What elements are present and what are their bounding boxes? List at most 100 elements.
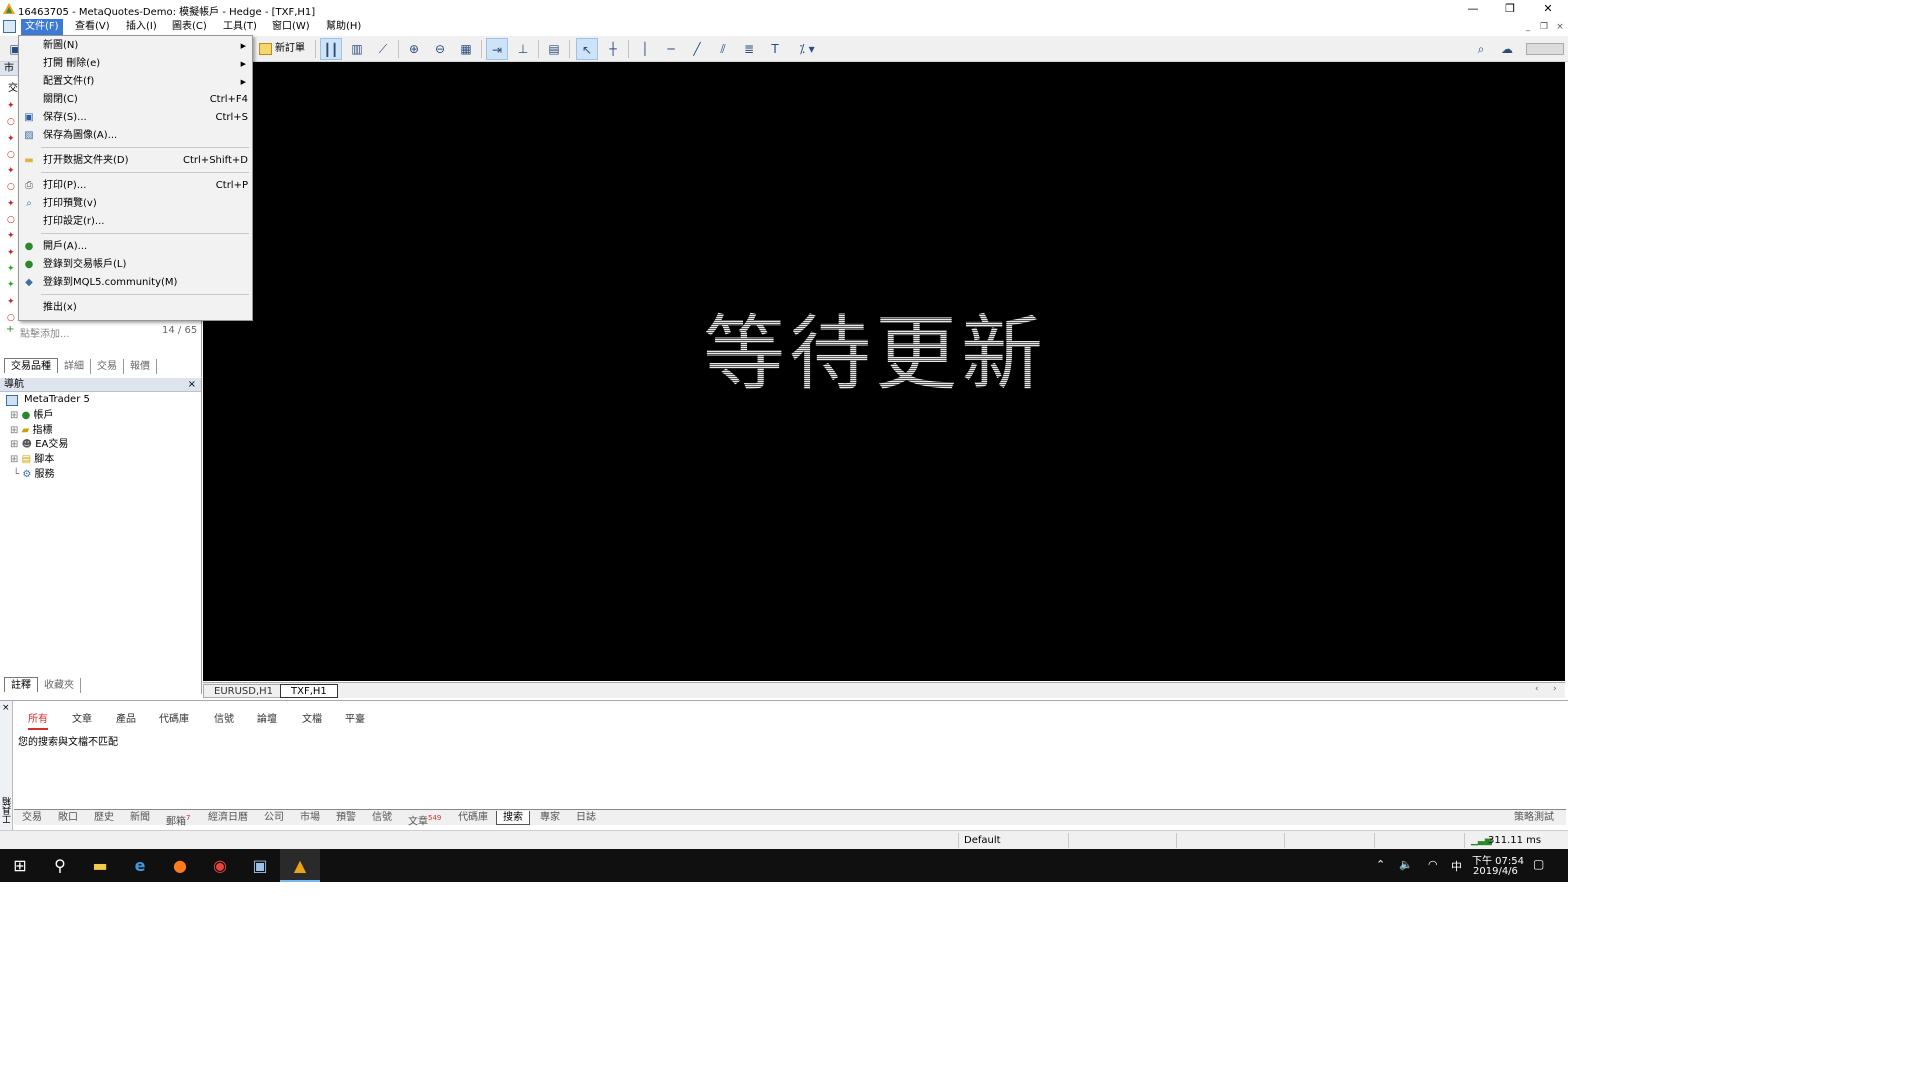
tab-market[interactable]: 市場	[300, 811, 320, 825]
taskbar-time[interactable]: 下午 07:54	[1472, 852, 1524, 867]
search-field[interactable]	[1526, 43, 1564, 55]
toolbox-close-icon[interactable]: ×	[2, 703, 10, 713]
tab-calendar[interactable]: 經濟日曆	[208, 811, 248, 825]
menu-tools[interactable]: 工具(T)	[219, 19, 261, 35]
tile-windows-icon[interactable]: ▦	[455, 38, 477, 60]
restore-button[interactable]: ❐	[1492, 0, 1528, 18]
tray-expand-icon[interactable]: ⌃	[1376, 858, 1385, 871]
tab-common[interactable]: 註釋	[4, 677, 38, 692]
filter-docs[interactable]: 文檔	[302, 710, 322, 725]
fibonacci-icon[interactable]: ≣	[738, 38, 760, 60]
tab-mailbox[interactable]: 郵箱7	[166, 811, 190, 827]
tab-news[interactable]: 新聞	[130, 811, 150, 825]
tab-company[interactable]: 公司	[264, 811, 284, 825]
indicators-icon[interactable]: ▤	[543, 38, 565, 60]
strategy-tester-button[interactable]: 策略測試	[1514, 811, 1554, 825]
navigator-root[interactable]: MetaTrader 5	[24, 394, 90, 405]
filter-codebase[interactable]: 代碼庫	[159, 710, 189, 725]
filter-forum[interactable]: 論壇	[257, 710, 277, 725]
equidistant-channel-icon[interactable]: ⫽	[712, 38, 734, 60]
taskbar-date[interactable]: 2019/4/6	[1473, 866, 1518, 877]
menu-item-exit[interactable]: 推出(x)	[19, 299, 252, 317]
edge-browser-icon[interactable]: e	[120, 849, 160, 882]
chart-tabs-right-icon[interactable]: ›	[1553, 684, 1557, 694]
tab-details[interactable]: 詳細	[58, 359, 91, 374]
tab-experts[interactable]: 專家	[540, 811, 560, 825]
menu-item-profiles[interactable]: 配置文件(f) ▶	[19, 73, 252, 91]
new-order-button[interactable]: 新訂單	[257, 40, 305, 58]
chart-tab-txf[interactable]: TXF,H1	[280, 684, 338, 698]
horizontal-line-icon[interactable]: ─	[660, 38, 682, 60]
candlestick-icon[interactable]: ▥	[346, 38, 368, 60]
trendline-icon[interactable]: ╱	[686, 38, 708, 60]
menu-item-save-as-picture[interactable]: ▨ 保存為圖像(A)...	[19, 127, 252, 145]
chart-tab-eurusd[interactable]: EURUSD,H1	[203, 684, 285, 698]
mdi-close-button[interactable]: ×	[1553, 20, 1567, 34]
chart-shift-icon[interactable]: ⊥	[512, 38, 534, 60]
filter-signals[interactable]: 信號	[214, 710, 234, 725]
tab-history[interactable]: 歷史	[94, 811, 114, 825]
network-icon[interactable]: ◠	[1428, 858, 1438, 871]
menu-item-print[interactable]: ⎙ 打印(P)... Ctrl+P	[19, 177, 252, 195]
menu-item-close[interactable]: 關閉(C) Ctrl+F4	[19, 91, 252, 109]
nav-item-experts[interactable]: ⊞ ☻ EA交易	[10, 438, 160, 453]
image-viewer-icon[interactable]: ▣	[240, 849, 280, 882]
menu-chart[interactable]: 圖表(C)	[168, 19, 211, 35]
search-icon[interactable]: ⚲	[40, 849, 80, 882]
tab-signals[interactable]: 信號	[372, 811, 392, 825]
tab-alerts[interactable]: 預警	[336, 811, 356, 825]
add-symbol-label[interactable]: 點擊添加...	[20, 325, 70, 340]
tab-codebase[interactable]: 代碼庫	[458, 811, 488, 825]
chart-window-icon[interactable]	[3, 20, 16, 33]
filter-products[interactable]: 產品	[116, 710, 136, 725]
menu-item-open-data-folder[interactable]: ▬ 打开数据文件夹(D) Ctrl+Shift+D	[19, 152, 252, 170]
nav-item-indicators[interactable]: ⊞ ▰ 指標	[10, 424, 160, 439]
file-explorer-icon[interactable]: ▬	[80, 849, 120, 882]
menu-item-print-preview[interactable]: ⌕ 打印預覽(v)	[19, 195, 252, 213]
search-icon[interactable]: ⌕	[1470, 38, 1492, 60]
tab-articles[interactable]: 文章549	[408, 811, 441, 827]
volume-icon[interactable]: 🔈	[1399, 858, 1413, 871]
ime-indicator[interactable]: 中	[1451, 858, 1462, 874]
tab-symbols[interactable]: 交易品種	[4, 358, 58, 373]
tab-journal[interactable]: 日誌	[576, 811, 596, 825]
filter-all[interactable]: 所有	[28, 710, 48, 730]
zoom-out-icon[interactable]: ⊖	[429, 38, 451, 60]
crosshair-icon[interactable]: ┼	[602, 38, 624, 60]
nav-item-services[interactable]: └ ⚙ 服務	[10, 468, 160, 483]
tab-ticks[interactable]: 報價	[124, 359, 157, 374]
chrome-icon[interactable]: ◉	[200, 849, 240, 882]
cursor-icon[interactable]: ↖	[576, 38, 598, 60]
windows-start-icon[interactable]: ⊞	[0, 849, 40, 882]
chart-window[interactable]: 等待更新	[203, 62, 1565, 681]
menu-item-login-mql5[interactable]: ◆ 登錄到MQL5.community(M)	[19, 274, 252, 292]
nav-item-accounts[interactable]: ⊞ ● 帳戶	[10, 409, 160, 424]
filter-platform[interactable]: 平臺	[345, 710, 365, 725]
chart-tabs-left-icon[interactable]: ‹	[1535, 684, 1539, 694]
add-symbol-icon[interactable]: +	[6, 324, 14, 335]
objects-dropdown-icon[interactable]: ⁒ ▾	[790, 38, 824, 60]
firefox-icon[interactable]: ●	[160, 849, 200, 882]
menu-item-open-account[interactable]: ● 開戶(A)...	[19, 238, 252, 256]
zoom-in-icon[interactable]: ⊕	[403, 38, 425, 60]
menu-item-save[interactable]: ▣ 保存(S)... Ctrl+S	[19, 109, 252, 127]
tab-favorites[interactable]: 收藏夾	[38, 678, 81, 693]
auto-scroll-icon[interactable]: ⇥	[486, 38, 508, 60]
menu-item-new-chart[interactable]: 新圖(N) ▶	[19, 37, 252, 55]
close-button[interactable]: ✕	[1530, 0, 1566, 18]
chat-icon[interactable]: ☁	[1496, 38, 1518, 60]
menu-file[interactable]: 文件(F)	[21, 19, 63, 35]
notifications-icon[interactable]: ▢	[1533, 857, 1544, 871]
tab-trade[interactable]: 交易	[22, 811, 42, 825]
line-chart-icon[interactable]: ⟋	[372, 38, 394, 60]
minimize-button[interactable]: —	[1455, 0, 1491, 18]
menu-help[interactable]: 幫助(H)	[322, 19, 365, 35]
tab-exposure[interactable]: 敞口	[58, 811, 78, 825]
menu-insert[interactable]: 插入(I)	[122, 19, 161, 35]
menu-item-print-setup[interactable]: 打印設定(r)...	[19, 213, 252, 231]
mdi-restore-button[interactable]: ❐	[1537, 20, 1551, 34]
tab-trading[interactable]: 交易	[91, 359, 124, 374]
tab-search[interactable]: 搜索	[496, 811, 530, 825]
menu-view[interactable]: 查看(V)	[71, 19, 114, 35]
bar-chart-icon[interactable]: ┃┃	[320, 38, 342, 60]
